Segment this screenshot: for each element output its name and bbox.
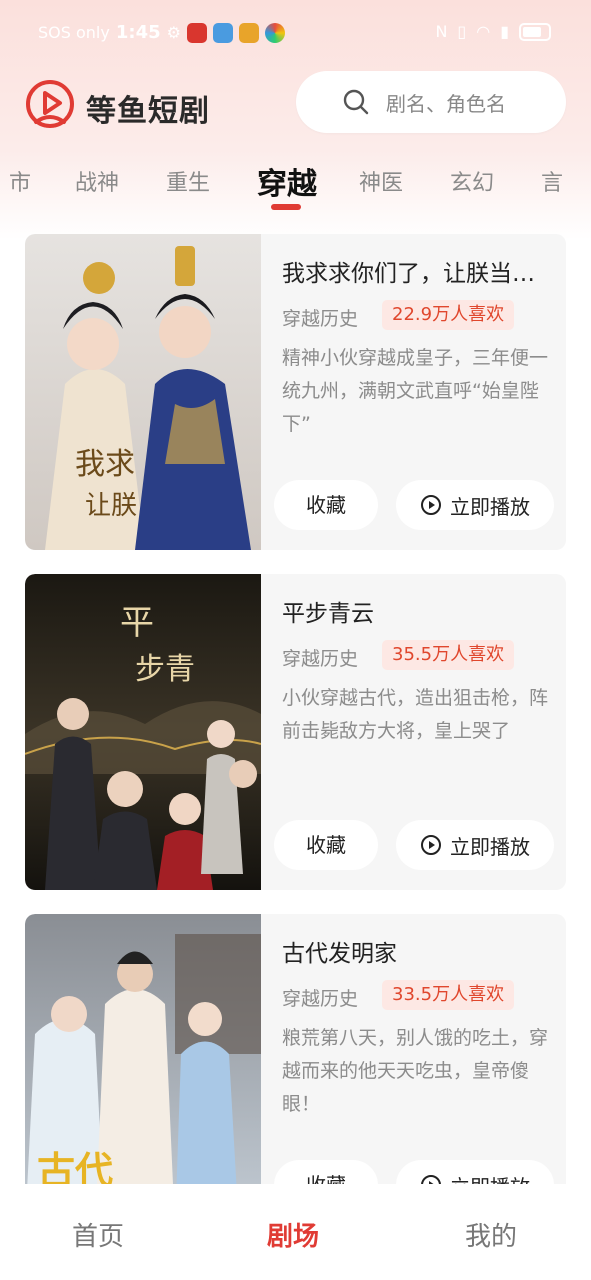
drama-title[interactable]: 古代发明家: [282, 934, 554, 968]
svg-text:平: 平: [120, 603, 154, 643]
play-circle-icon: [421, 835, 441, 855]
search-placeholder: 剧名、角色名: [386, 91, 506, 116]
svg-text:我求: 我求: [75, 447, 135, 482]
drama-poster-image[interactable]: 平 步青: [25, 574, 261, 890]
settings-gear-icon: ⚙: [166, 23, 181, 42]
app-notification-icon: [212, 22, 233, 43]
svg-text:古代: 古代: [37, 1148, 113, 1184]
tab-shenyi[interactable]: 神医: [359, 165, 403, 197]
play-now-button[interactable]: 立即播放: [396, 820, 554, 870]
category-tabs: 市 战神 重生 穿越 神医 玄幻 言: [0, 155, 591, 215]
drama-poster-image[interactable]: 我求 让朕: [25, 234, 261, 550]
favorite-button[interactable]: 收藏: [274, 1160, 378, 1184]
svg-text:步青: 步青: [135, 652, 195, 687]
svg-text:让朕: 让朕: [85, 491, 137, 521]
play-now-label: 立即播放: [450, 1171, 530, 1185]
tab-partial-right[interactable]: 言: [541, 165, 563, 197]
tab-chuanyue[interactable]: 穿越: [257, 159, 317, 203]
status-left: SOS only 1:45 ⚙: [38, 22, 285, 43]
drama-description: 小伙穿越古代，造出狙击枪，阵前击毙敌方大将，皇上哭了: [282, 687, 549, 742]
drama-list[interactable]: 我求 让朕 我求求你们了，让朕当… 穿越历史 22.9万人喜欢 精神小伙穿越成皇…: [0, 234, 591, 1184]
drama-card-body: 古代发明家 穿越历史 33.5万人喜欢 粮荒第八天，别人饿的吃土，穿越而来的他天…: [274, 914, 554, 1184]
bottom-navigation: 首页 剧场 我的: [0, 1186, 591, 1280]
play-now-button[interactable]: 立即播放: [396, 1160, 554, 1184]
app-notification-icon: [264, 22, 285, 43]
drama-card-body: 平步青云 穿越历史 35.5万人喜欢 小伙穿越古代，造出狙击枪，阵前击毙敌方大将…: [274, 574, 554, 890]
status-right: N ▯ ◠ ▮: [435, 22, 551, 41]
tab-chongsheng[interactable]: 重生: [166, 165, 210, 197]
vibrate-icon: ▯: [457, 22, 467, 41]
carrier-text: SOS only: [38, 23, 110, 42]
likes-badge: 33.5万人喜欢: [382, 980, 515, 1010]
likes-badge: 22.9万人喜欢: [382, 300, 515, 330]
drama-genre: 穿越历史: [282, 308, 359, 330]
favorite-button[interactable]: 收藏: [274, 480, 378, 530]
drama-poster-image[interactable]: 古代: [25, 914, 261, 1184]
drama-title[interactable]: 我求求你们了，让朕当…: [282, 254, 554, 288]
app-notification-icon: [186, 22, 207, 43]
play-now-label: 立即播放: [450, 834, 530, 859]
status-bar: SOS only 1:45 ⚙ N ▯ ◠ ▮: [0, 0, 591, 66]
play-now-button[interactable]: 立即播放: [396, 480, 554, 530]
nav-theater[interactable]: 剧场: [267, 1216, 319, 1253]
app-header: 等鱼短剧 剧名、角色名: [0, 66, 591, 146]
search-icon: [343, 89, 369, 115]
drama-card[interactable]: 古代 古代发明家 穿越历史 33.5万人喜欢 粮荒第八天，别人饿的吃土，穿越而来…: [25, 914, 566, 1184]
signal-icon: ▮: [500, 22, 509, 41]
drama-card[interactable]: 平 步青 平步青云 穿越历史 35.5万人喜欢 小伙穿越古代，造出狙击枪，阵前击…: [25, 574, 566, 890]
tab-xuanhuan[interactable]: 玄幻: [450, 165, 494, 197]
battery-icon: [519, 22, 551, 41]
drama-genre: 穿越历史: [282, 648, 359, 670]
drama-card-body: 我求求你们了，让朕当… 穿越历史 22.9万人喜欢 精神小伙穿越成皇子，三年便一…: [274, 234, 554, 550]
app-logo-icon: [26, 80, 74, 128]
active-tab-indicator: [271, 204, 301, 210]
search-input[interactable]: 剧名、角色名: [296, 71, 566, 133]
drama-description: 精神小伙穿越成皇子，三年便一统九州，满朝文武直呼“始皇陛下”: [282, 347, 549, 435]
drama-title[interactable]: 平步青云: [282, 594, 554, 628]
clock: 1:45: [115, 22, 161, 43]
nfc-icon: N: [435, 22, 448, 41]
drama-description: 粮荒第八天，别人饿的吃土，穿越而来的他天天吃虫，皇帝傻眼！: [282, 1027, 549, 1115]
play-circle-icon: [421, 1175, 441, 1184]
tab-zhanshen[interactable]: 战神: [75, 165, 119, 197]
drama-genre: 穿越历史: [282, 988, 359, 1010]
favorite-button[interactable]: 收藏: [274, 820, 378, 870]
drama-card[interactable]: 我求 让朕 我求求你们了，让朕当… 穿越历史 22.9万人喜欢 精神小伙穿越成皇…: [25, 234, 566, 550]
app-notification-icon: [238, 22, 259, 43]
play-now-label: 立即播放: [450, 494, 530, 519]
play-circle-icon: [421, 495, 441, 515]
likes-badge: 35.5万人喜欢: [382, 640, 515, 670]
tab-partial-left[interactable]: 市: [9, 165, 31, 197]
wifi-icon: ◠: [476, 22, 491, 41]
nav-home[interactable]: 首页: [72, 1216, 124, 1253]
nav-mine[interactable]: 我的: [465, 1216, 517, 1253]
app-name: 等鱼短剧: [86, 94, 210, 129]
